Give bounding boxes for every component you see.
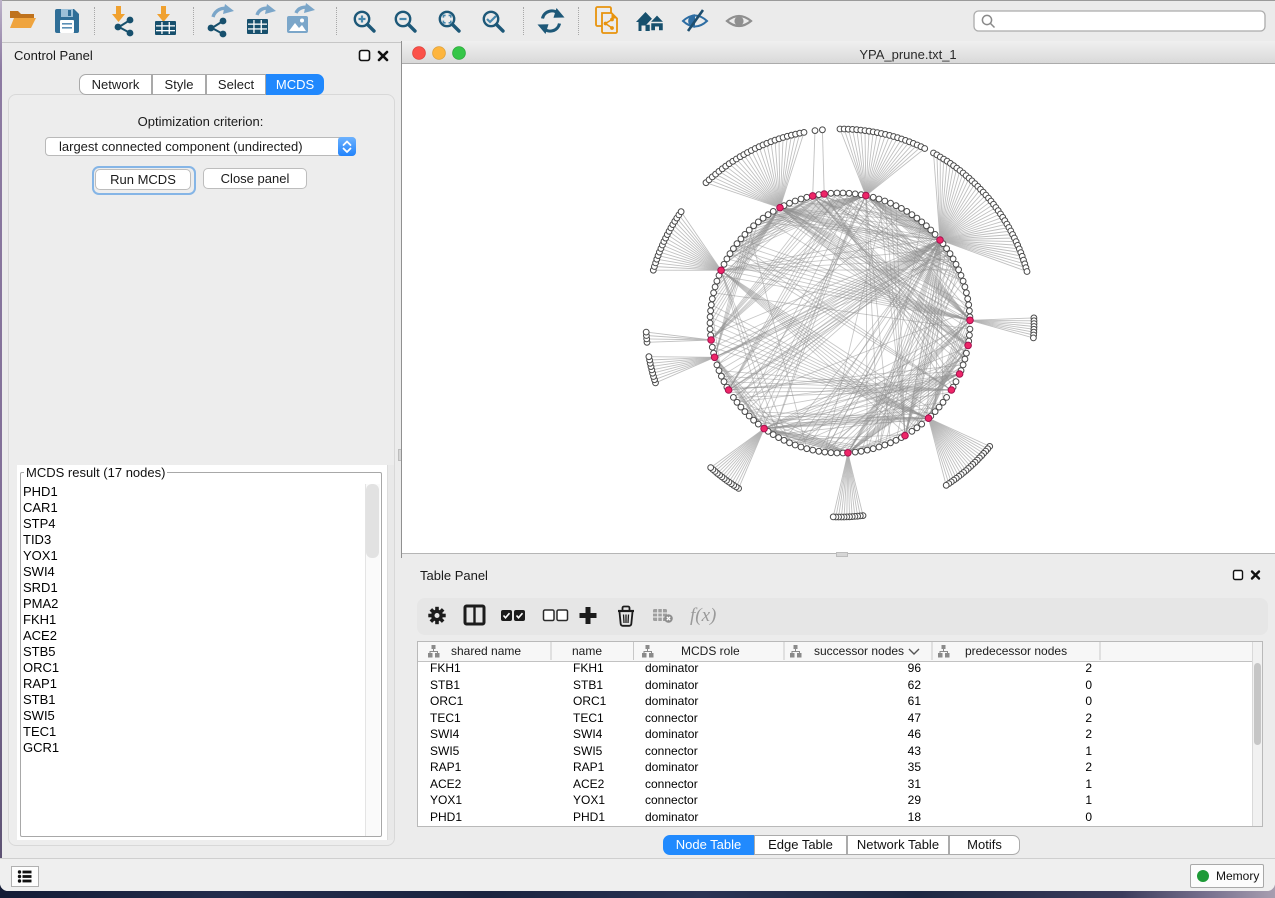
svg-text:f(x): f(x)	[690, 605, 716, 626]
